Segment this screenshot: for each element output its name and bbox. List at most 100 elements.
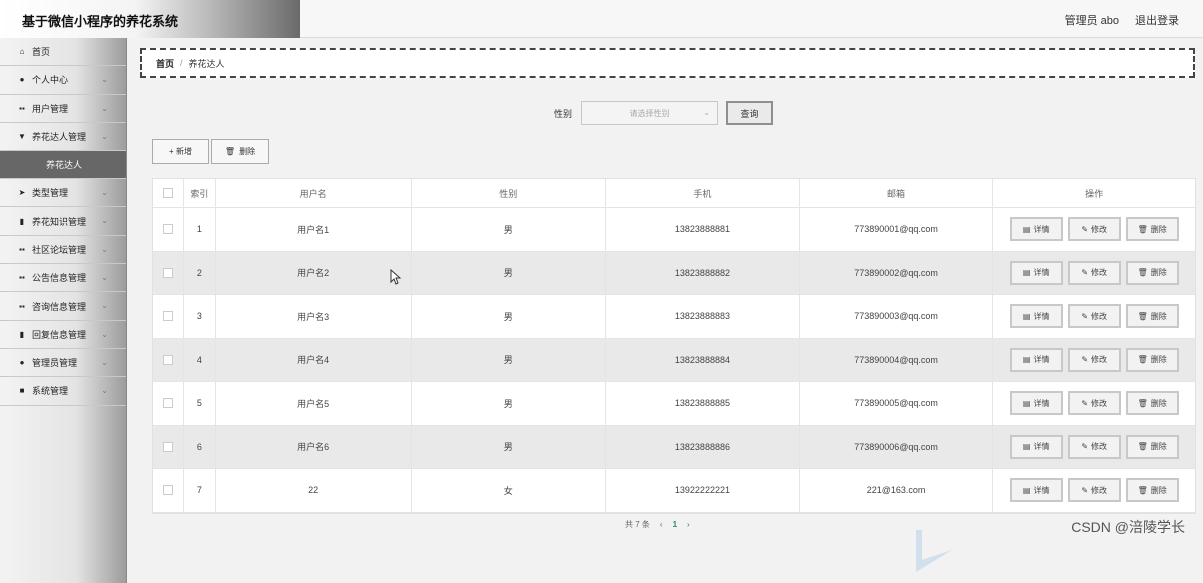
sidebar-item-label: 养花达人管理 (32, 132, 87, 143)
detail-button[interactable]: ▤ 详情 (1009, 347, 1063, 372)
detail-button[interactable]: ▤ 详情 (1009, 478, 1063, 503)
pencil-icon: ✎ (1081, 268, 1089, 278)
delete-label: 删除 (1150, 485, 1167, 495)
document-icon: ▤ (1022, 311, 1031, 321)
grid-icon: ▪▪ (19, 103, 25, 113)
detail-button[interactable]: ▤ 详情 (1009, 391, 1063, 416)
cell-email: 773890002@qq.com (800, 251, 994, 294)
sidebar-item-users[interactable]: ▪▪ 用户管理 ⌄ (0, 95, 126, 123)
header-phone: 手机 (606, 179, 800, 207)
row-check-cell (153, 469, 184, 512)
sidebar-item-admin[interactable]: ● 管理员管理 ⌄ (0, 349, 126, 378)
row-checkbox[interactable] (162, 267, 173, 278)
row-checkbox[interactable] (162, 311, 173, 322)
delete-button[interactable]: 🗑 删除 (1125, 478, 1179, 503)
header-actions: 操作 (1085, 188, 1104, 199)
sidebar-item-reply[interactable]: ▮ 回复信息管理 ⌄ (0, 321, 126, 349)
detail-button[interactable]: ▤ 详情 (1009, 260, 1063, 285)
sidebar-item-notice[interactable]: ▪▪ 公告信息管理 ⌄ (0, 264, 126, 293)
cell-phone: 13823888885 (606, 382, 800, 425)
header-index: 索引 (184, 179, 216, 207)
cell-index: 6 (184, 425, 216, 468)
bar-chart-icon: ▮ (19, 329, 25, 339)
sidebar-item-personal[interactable]: ● 个人中心 ⌄ (0, 66, 126, 95)
delete-button[interactable]: 🗑 删除 (1125, 260, 1179, 285)
chevron-down-icon: ⌄ (101, 216, 108, 226)
detail-button[interactable]: ▤ 详情 (1009, 304, 1063, 329)
sidebar-item-label: 咨询信息管理 (32, 301, 87, 312)
breadcrumb-current: 养花达人 (188, 58, 225, 69)
sidebar-item-label: 系统管理 (32, 386, 69, 397)
funnel-icon: ▼ (18, 132, 26, 142)
edit-button[interactable]: ✎ 修改 (1067, 391, 1121, 416)
delete-button[interactable]: 🗑 删除 (1125, 217, 1179, 242)
select-all-checkbox[interactable] (162, 188, 173, 198)
delete-button[interactable]: 🗑 删除 (1125, 347, 1179, 372)
gender-select[interactable]: 请选择性别 ⌄ (581, 101, 719, 125)
detail-label: 详情 (1033, 398, 1050, 408)
sidebar-item-consult[interactable]: ▪▪ 咨询信息管理 ⌄ (0, 292, 126, 321)
add-button[interactable]: + 新增 (152, 139, 209, 164)
row-checkbox[interactable] (162, 441, 173, 452)
row-checkbox[interactable] (162, 398, 173, 409)
sidebar-item-label: 管理员管理 (32, 358, 78, 369)
row-checkbox[interactable] (162, 224, 173, 235)
delete-button[interactable]: 🗑 删除 (1125, 391, 1179, 416)
row-checkbox[interactable] (162, 354, 173, 365)
cell-username: 用户名1 (216, 208, 412, 251)
delete-button[interactable]: 🗑 删除 (1125, 304, 1179, 329)
cell-gender: 男 (412, 338, 607, 381)
delete-button[interactable]: 🗑 删除 (1125, 434, 1179, 459)
edit-label: 修改 (1091, 311, 1108, 321)
bulk-delete-button[interactable]: 🗑 删除 (211, 139, 269, 164)
sidebar-item-home[interactable]: ⌂ 首页 (0, 38, 126, 67)
header-username: 用户名 (216, 179, 412, 207)
sidebar-item-system[interactable]: ■ 系统管理 ⌄ (0, 377, 126, 406)
search-bar: 性别 请选择性别 ⌄ 查询 (554, 101, 774, 125)
cell-index: 2 (184, 251, 216, 294)
cell-email: 773890006@qq.com (800, 425, 994, 468)
sidebar-item-forum[interactable]: ▪▪ 社区论坛管理 ⌄ (0, 236, 126, 265)
cell-username: 用户名2 (216, 251, 412, 294)
sidebar-item-experts[interactable]: ▼ 养花达人管理 ⌄ (0, 123, 126, 152)
edit-button[interactable]: ✎ 修改 (1067, 260, 1121, 285)
edit-button[interactable]: ✎ 修改 (1067, 304, 1121, 329)
table-row: 2 用户名2 男 13823888882 773890002@qq.com ▤ 详情 ✎ 修改 🗑… (153, 251, 1195, 295)
edit-label: 修改 (1091, 268, 1108, 278)
delete-label: 删除 (1150, 355, 1167, 365)
cell-actions: ▤ 详情 ✎ 修改 🗑 删除 (993, 252, 1195, 295)
sidebar-item-label: 首页 (32, 47, 51, 58)
pagination-page[interactable]: 1 (673, 520, 677, 529)
table-row: 4 用户名4 男 13823888884 773890004@qq.com ▤ 详情 ✎ 修改 🗑… (153, 338, 1195, 382)
chevron-down-icon: ⌄ (101, 244, 108, 254)
trash-icon: 🗑 (1137, 224, 1148, 234)
cell-phone: 13823888882 (606, 251, 800, 294)
sidebar-item-label: 社区论坛管理 (32, 244, 87, 255)
edit-button[interactable]: ✎ 修改 (1067, 347, 1121, 372)
edit-button[interactable]: ✎ 修改 (1067, 217, 1121, 242)
detail-label: 详情 (1033, 311, 1050, 321)
detail-button[interactable]: ▤ 详情 (1009, 434, 1063, 459)
row-checkbox[interactable] (162, 485, 173, 496)
pagination-next[interactable]: › (687, 520, 690, 529)
table-row: 6 用户名6 男 13823888886 773890006@qq.com ▤ 详情 ✎ 修改 🗑… (153, 425, 1195, 469)
edit-label: 修改 (1091, 485, 1108, 495)
sidebar-item-types[interactable]: ➤ 类型管理 ⌄ (0, 179, 126, 208)
logout-link[interactable]: 退出登录 (1135, 12, 1179, 28)
grid-icon: ▪▪ (19, 273, 25, 283)
breadcrumb-home[interactable]: 首页 (156, 57, 174, 70)
pencil-icon: ✎ (1081, 355, 1089, 365)
sidebar-subitem-experts[interactable]: 养花达人 (0, 151, 126, 180)
sidebar-item-knowledge[interactable]: ▮ 养花知识管理 ⌄ (0, 207, 126, 236)
edit-button[interactable]: ✎ 修改 (1067, 478, 1121, 503)
query-button[interactable]: 查询 (726, 101, 774, 125)
detail-label: 详情 (1033, 355, 1050, 365)
experts-table: 索引 用户名 性别 手机 邮箱 操作 1 用户名1 男 13823888881 7738… (152, 178, 1196, 514)
sidebar-item-label: 回复信息管理 (32, 329, 87, 340)
edit-button[interactable]: ✎ 修改 (1067, 434, 1121, 459)
pagination-prev[interactable]: ‹ (660, 520, 663, 529)
cell-email: 773890004@qq.com (800, 338, 994, 381)
detail-button[interactable]: ▤ 详情 (1009, 217, 1063, 242)
table-row: 1 用户名1 男 13823888881 773890001@qq.com ▤ 详情 ✎ 修改 🗑… (153, 208, 1195, 252)
cell-phone: 13823888884 (606, 338, 800, 381)
